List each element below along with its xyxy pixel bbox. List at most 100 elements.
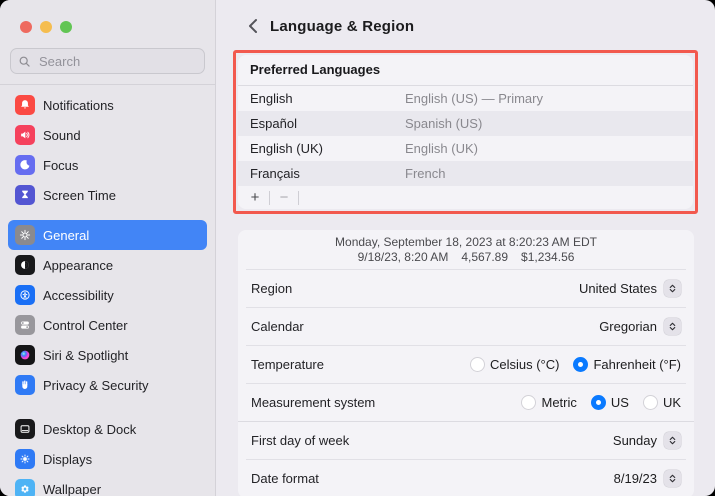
page-title: Language & Region: [270, 18, 414, 35]
sidebar-item-label: Siri & Spotlight: [43, 348, 128, 363]
close-button[interactable]: [20, 21, 32, 33]
region-select[interactable]: United States: [579, 280, 681, 297]
stepper-icon[interactable]: [664, 470, 681, 487]
search-input[interactable]: [37, 53, 197, 70]
region-row: Region United States: [238, 270, 694, 307]
language-row[interactable]: English English (US) — Primary: [238, 86, 693, 111]
add-language-button[interactable]: +: [247, 190, 263, 205]
sidebar-item-displays[interactable]: Displays: [8, 444, 207, 474]
language-detail: English (UK): [405, 141, 478, 156]
radio-icon[interactable]: [521, 395, 536, 410]
radio-icon[interactable]: [591, 395, 606, 410]
speaker-icon: [15, 125, 35, 145]
remove-language-button[interactable]: −: [276, 190, 292, 205]
language-detail: Spanish (US): [405, 116, 482, 131]
zoom-button[interactable]: [60, 21, 72, 33]
language-name: Français: [250, 166, 405, 181]
sidebar-item-label: Focus: [43, 158, 78, 173]
toolbar-separator: [298, 191, 299, 205]
language-row[interactable]: English (UK) English (UK): [238, 136, 693, 161]
date-format-row: Date format 8/19/23: [238, 460, 694, 496]
sidebar-group-gap: [8, 400, 207, 414]
system-settings-window: Notifications Sound Focus Screen Time: [0, 0, 715, 496]
us-label: US: [611, 395, 629, 410]
sidebar-item-notifications[interactable]: Notifications: [8, 90, 207, 120]
hand-icon: [15, 375, 35, 395]
sidebar-item-label: Control Center: [43, 318, 128, 333]
search-icon: [18, 55, 31, 68]
sidebar-item-label: Accessibility: [43, 288, 114, 303]
annotation-highlight-box: Preferred Languages English English (US)…: [233, 50, 698, 214]
sidebar-item-focus[interactable]: Focus: [8, 150, 207, 180]
sidebar-item-privacy-security[interactable]: Privacy & Security: [8, 370, 207, 400]
hourglass-icon: [15, 185, 35, 205]
sidebar-item-label: Notifications: [43, 98, 114, 113]
format-preview-line1: Monday, September 18, 2023 at 8:20:23 AM…: [238, 235, 694, 250]
language-detail: English (US) — Primary: [405, 91, 543, 106]
moon-icon: [15, 155, 35, 175]
sidebar: Notifications Sound Focus Screen Time: [0, 0, 216, 496]
sidebar-item-sound[interactable]: Sound: [8, 120, 207, 150]
language-row[interactable]: Français French: [238, 161, 693, 186]
date-format-value: 8/19/23: [614, 471, 657, 486]
main-pane: Language & Region Preferred Languages En…: [216, 0, 715, 496]
first-day-value: Sunday: [613, 433, 657, 448]
sidebar-item-wallpaper[interactable]: Wallpaper: [8, 474, 207, 496]
preferred-languages-title: Preferred Languages: [238, 55, 693, 86]
measurement-row: Measurement system Metric US UK: [238, 384, 694, 421]
measurement-radio-group: Metric US UK: [521, 395, 681, 410]
temperature-label: Temperature: [251, 357, 324, 372]
uk-option[interactable]: UK: [643, 395, 681, 410]
metric-option[interactable]: Metric: [521, 395, 576, 410]
preview-number: 4,567.89: [461, 250, 508, 264]
calendar-row: Calendar Gregorian: [238, 308, 694, 345]
stepper-icon[interactable]: [664, 432, 681, 449]
sidebar-item-label: General: [43, 228, 89, 243]
sidebar-item-appearance[interactable]: Appearance: [8, 250, 207, 280]
traffic-lights: [0, 0, 215, 33]
stepper-icon[interactable]: [664, 318, 681, 335]
language-row[interactable]: Español Spanish (US): [238, 111, 693, 136]
sidebar-item-screen-time[interactable]: Screen Time: [8, 180, 207, 210]
main-header: Language & Region: [216, 0, 715, 37]
radio-icon[interactable]: [643, 395, 658, 410]
siri-icon: [15, 345, 35, 365]
toggles-icon: [15, 315, 35, 335]
calendar-label: Calendar: [251, 319, 304, 334]
calendar-select[interactable]: Gregorian: [599, 318, 681, 335]
sidebar-item-desktop-dock[interactable]: Desktop & Dock: [8, 414, 207, 444]
search-field[interactable]: [10, 48, 205, 74]
language-detail: French: [405, 166, 445, 181]
sidebar-item-label: Displays: [43, 452, 92, 467]
sidebar-item-label: Screen Time: [43, 188, 116, 203]
format-preview-line2: 9/18/23, 8:20 AM4,567.89$1,234.56: [238, 250, 694, 265]
radio-icon[interactable]: [470, 357, 485, 372]
fahrenheit-option[interactable]: Fahrenheit (°F): [573, 357, 681, 372]
date-format-select[interactable]: 8/19/23: [614, 470, 681, 487]
stepper-icon[interactable]: [664, 280, 681, 297]
gear-icon: [15, 225, 35, 245]
celsius-option[interactable]: Celsius (°C): [470, 357, 559, 372]
temperature-row: Temperature Celsius (°C) Fahrenheit (°F): [238, 346, 694, 383]
sidebar-item-label: Wallpaper: [43, 482, 101, 496]
language-list-toolbar: + −: [238, 186, 693, 209]
first-day-row: First day of week Sunday: [238, 422, 694, 459]
celsius-label: Celsius (°C): [490, 357, 559, 372]
sidebar-item-control-center[interactable]: Control Center: [8, 310, 207, 340]
language-name: Español: [250, 116, 405, 131]
us-option[interactable]: US: [591, 395, 629, 410]
back-button[interactable]: [248, 18, 258, 34]
first-day-label: First day of week: [251, 433, 349, 448]
sidebar-item-accessibility[interactable]: Accessibility: [8, 280, 207, 310]
region-settings-card: Monday, September 18, 2023 at 8:20:23 AM…: [238, 230, 694, 496]
metric-label: Metric: [541, 395, 576, 410]
sidebar-item-siri-spotlight[interactable]: Siri & Spotlight: [8, 340, 207, 370]
uk-label: UK: [663, 395, 681, 410]
radio-icon[interactable]: [573, 357, 588, 372]
sidebar-item-general[interactable]: General: [8, 220, 207, 250]
sidebar-item-label: Sound: [43, 128, 81, 143]
format-preview: Monday, September 18, 2023 at 8:20:23 AM…: [238, 230, 694, 269]
minimize-button[interactable]: [40, 21, 52, 33]
first-day-select[interactable]: Sunday: [613, 432, 681, 449]
sidebar-group-gap: [8, 210, 207, 220]
